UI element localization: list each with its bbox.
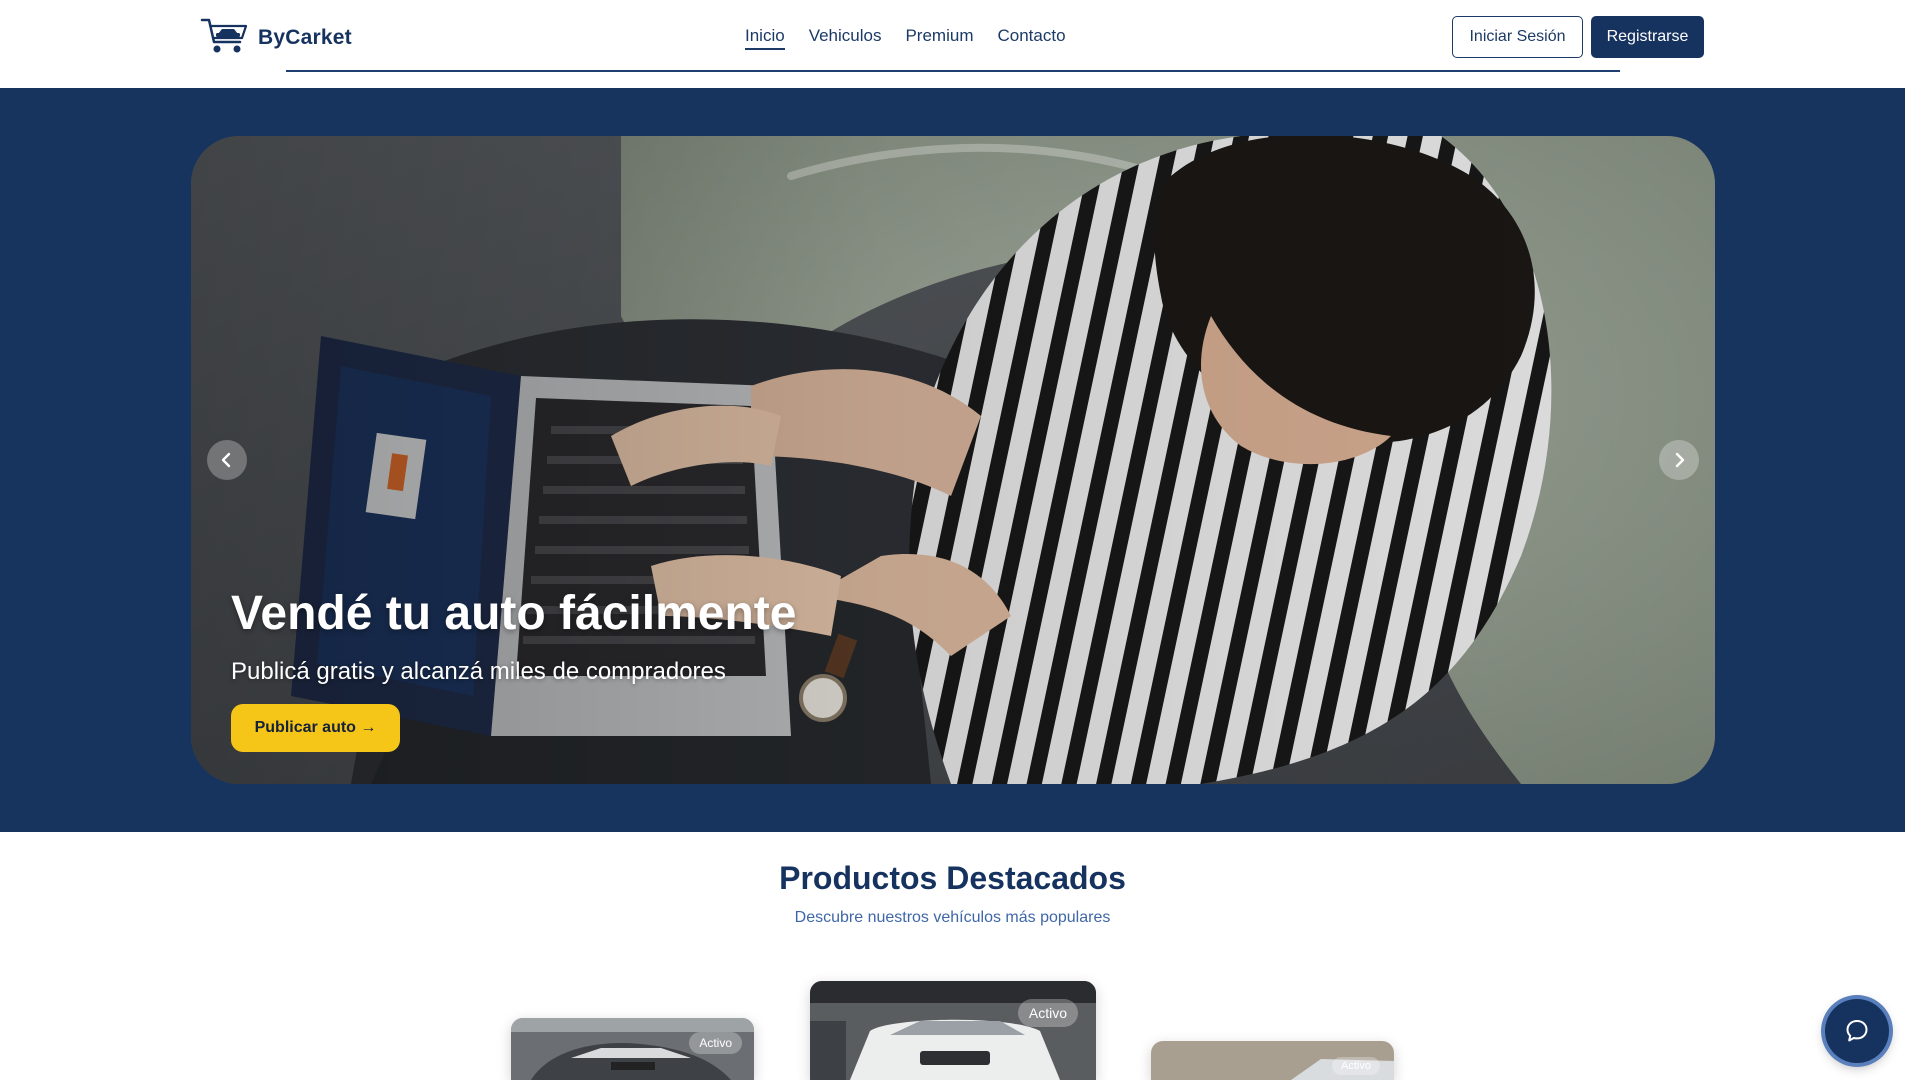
hero-subtitle: Publicá gratis y alcanzá miles de compra… bbox=[231, 658, 726, 685]
nav-vehiculos[interactable]: Vehiculos bbox=[809, 26, 882, 50]
cart-car-icon bbox=[200, 14, 252, 61]
chevron-left-icon bbox=[221, 452, 231, 468]
site-header: ByCarket Inicio Vehiculos Premium Contac… bbox=[0, 0, 1905, 88]
publish-car-button[interactable]: Publicar auto → bbox=[231, 704, 400, 752]
header-divider bbox=[286, 70, 1620, 72]
main-nav: Inicio Vehiculos Premium Contacto bbox=[745, 26, 1066, 50]
nav-contacto[interactable]: Contacto bbox=[997, 26, 1065, 50]
register-button[interactable]: Registrarse bbox=[1591, 16, 1704, 58]
hero-overlay bbox=[191, 136, 1715, 784]
carousel-prev-button[interactable] bbox=[207, 440, 247, 480]
chat-button[interactable] bbox=[1825, 999, 1889, 1063]
featured-subtitle: Descubre nuestros vehículos más populare… bbox=[794, 909, 1111, 926]
status-badge: Activo bbox=[1017, 999, 1078, 1027]
status-badge: Activo bbox=[1332, 1057, 1380, 1075]
featured-title: Productos Destacados bbox=[779, 860, 1126, 896]
product-card[interactable]: Activo bbox=[511, 1018, 754, 1080]
nav-premium[interactable]: Premium bbox=[905, 26, 973, 50]
product-card[interactable]: Activo bbox=[810, 981, 1096, 1080]
hero-title: Vendé tu auto fácilmente bbox=[231, 587, 797, 640]
brand-name: ByCarket bbox=[258, 25, 352, 49]
product-card[interactable]: Activo bbox=[1151, 1041, 1394, 1080]
hero-carousel: Vendé tu auto fácilmente Publicá gratis … bbox=[191, 136, 1715, 784]
brand-logo[interactable]: ByCarket bbox=[200, 14, 352, 61]
status-badge: Activo bbox=[689, 1032, 742, 1054]
login-button[interactable]: Iniciar Sesión bbox=[1452, 16, 1583, 58]
nav-inicio[interactable]: Inicio bbox=[745, 26, 785, 50]
chat-bubble-icon bbox=[1846, 1020, 1868, 1042]
carousel-next-button[interactable] bbox=[1659, 440, 1699, 480]
chevron-right-icon bbox=[1675, 452, 1685, 468]
car-photo bbox=[810, 981, 1096, 1080]
